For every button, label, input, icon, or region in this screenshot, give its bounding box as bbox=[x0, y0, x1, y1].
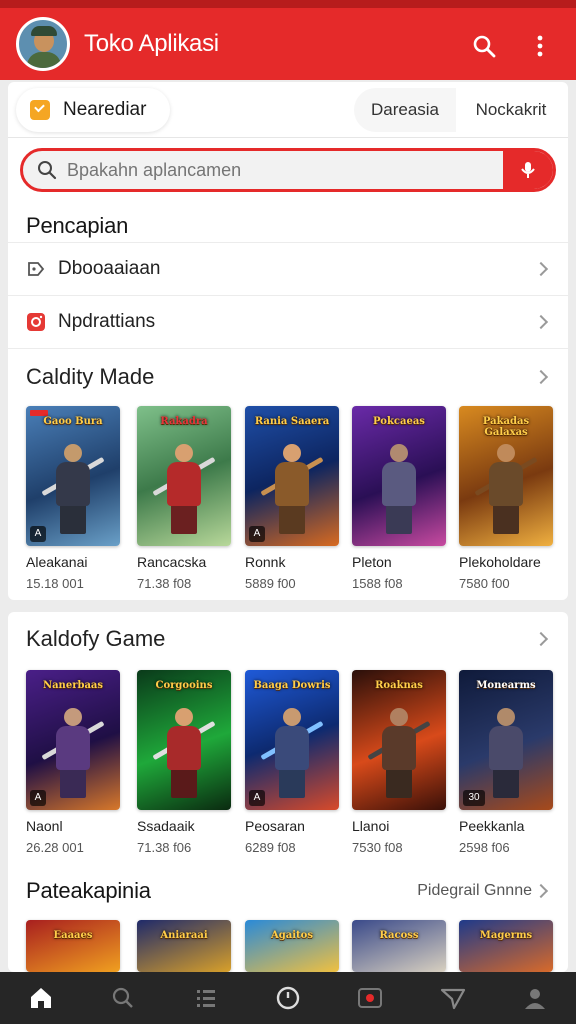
game-name: Naonl bbox=[26, 818, 63, 834]
section-title-pateakapinia: Pateakapinia bbox=[26, 878, 151, 903]
list-icon bbox=[196, 990, 215, 1007]
search-input[interactable] bbox=[67, 159, 507, 181]
game-cover: Rania Saaera A bbox=[245, 406, 339, 546]
game-card[interactable]: Pokcaeas Pleton 1588 f08 bbox=[352, 406, 446, 591]
voice-search-button[interactable] bbox=[503, 151, 553, 189]
game-meta: 71.38 f06 bbox=[137, 840, 192, 855]
check-badge-icon bbox=[30, 100, 50, 120]
app-title: Toko Aplikasi bbox=[84, 30, 219, 57]
home-icon bbox=[31, 988, 52, 1008]
nav-list[interactable] bbox=[165, 972, 247, 1024]
search-icon bbox=[113, 987, 134, 1008]
list-item-label: Npdrattians bbox=[58, 310, 156, 332]
game-cover: Nanerbaas A bbox=[26, 670, 120, 810]
game-cover: Roaknas bbox=[352, 670, 446, 810]
play-icon bbox=[358, 988, 383, 1008]
game-card[interactable]: Baaga Dowris A Peosaran 6289 f08 bbox=[245, 670, 339, 855]
game-name: Llanoi bbox=[352, 818, 390, 834]
bottom-navigation bbox=[0, 972, 576, 1024]
game-meta: 7530 f08 bbox=[352, 840, 403, 855]
game-cover: Gaoo Bura A bbox=[26, 406, 120, 546]
game-card[interactable]: Agaitos bbox=[245, 920, 339, 972]
game-cover: Corgooins bbox=[137, 670, 231, 810]
search-icon bbox=[38, 161, 57, 180]
search-bar bbox=[20, 148, 556, 192]
game-card[interactable]: Roaknas Llanoi 7530 f08 bbox=[352, 670, 446, 855]
avatar[interactable] bbox=[16, 17, 70, 71]
tab-label: Nearediar bbox=[63, 99, 147, 120]
list-item-dbooaaiaan[interactable]: Dbooaaiaan bbox=[8, 242, 568, 294]
game-name: Ronnk bbox=[245, 554, 286, 570]
game-meta: 15.18 001 bbox=[26, 576, 84, 591]
tag-icon bbox=[28, 261, 45, 276]
game-name: Ssadaaik bbox=[137, 818, 195, 834]
section-title-pencapian: Pencapian bbox=[26, 213, 129, 238]
clock-icon bbox=[276, 986, 300, 1010]
game-name: Rancacska bbox=[137, 554, 207, 570]
see-all-link[interactable]: Pidegrail Gnnne bbox=[417, 882, 532, 900]
tab-bar: Nearediar Dareasia Nockakrit bbox=[8, 84, 568, 138]
game-meta: 6289 f08 bbox=[245, 840, 296, 855]
game-cover: Baaga Dowris A bbox=[245, 670, 339, 810]
game-card[interactable]: Pakadas Galaxas Plekoholdare 7580 f00 bbox=[459, 406, 553, 591]
tab-dareasia[interactable]: Dareasia bbox=[354, 88, 456, 132]
game-cover: Pokcaeas bbox=[352, 406, 446, 546]
status-bar bbox=[0, 0, 576, 8]
game-cover: Rakadra bbox=[137, 406, 231, 546]
game-cover: Pakadas Galaxas bbox=[459, 406, 553, 546]
game-cover: Racoss bbox=[352, 920, 446, 972]
person-icon bbox=[524, 989, 545, 1009]
game-name: Peosaran bbox=[245, 818, 305, 834]
game-card[interactable]: Nanerbaas A Naonl 26.28 001 bbox=[26, 670, 120, 855]
game-name: Pleton bbox=[352, 554, 392, 570]
game-cover: Magerms bbox=[459, 920, 553, 972]
nav-history[interactable] bbox=[247, 972, 329, 1024]
game-name: Aleakanai bbox=[26, 554, 88, 570]
send-icon bbox=[440, 988, 465, 1010]
nav-home[interactable] bbox=[0, 972, 82, 1024]
section-title: Kaldofy Game bbox=[26, 626, 166, 651]
game-name: Peekkanla bbox=[459, 818, 525, 834]
chevron-right-icon bbox=[533, 261, 549, 276]
game-card[interactable]: Aniaraai bbox=[137, 920, 231, 972]
nav-search[interactable] bbox=[82, 972, 164, 1024]
game-cover: Eaaaes bbox=[26, 920, 120, 972]
app-bar: Toko Aplikasi bbox=[0, 8, 576, 80]
game-card[interactable]: Racoss bbox=[352, 920, 446, 972]
chevron-right-icon bbox=[533, 369, 549, 384]
voice-icon bbox=[521, 162, 535, 178]
game-card[interactable]: Rania Saaera A Ronnk 5889 f00 bbox=[245, 406, 339, 591]
game-meta: 26.28 001 bbox=[26, 840, 84, 855]
section-header-caldity-made[interactable]: Caldity Made bbox=[8, 348, 568, 404]
list-item-npdrattians[interactable]: Npdrattians bbox=[8, 295, 568, 347]
game-name: Plekoholdare bbox=[459, 554, 541, 570]
tab-nockakrit[interactable]: Nockakrit bbox=[458, 88, 564, 132]
section-header-kaldofy-game[interactable]: Kaldofy Game bbox=[8, 612, 568, 666]
tab-nearediar[interactable]: Nearediar bbox=[16, 88, 170, 132]
game-meta: 7580 f00 bbox=[459, 576, 510, 591]
game-meta: 1588 f08 bbox=[352, 576, 403, 591]
nav-profile[interactable] bbox=[494, 972, 576, 1024]
chevron-right-icon bbox=[533, 314, 549, 329]
search-icon[interactable] bbox=[470, 32, 498, 60]
game-meta: 71.38 f08 bbox=[137, 576, 192, 591]
nav-send[interactable] bbox=[411, 972, 493, 1024]
game-meta: 2598 f06 bbox=[459, 840, 510, 855]
game-card[interactable]: Magerms bbox=[459, 920, 553, 972]
game-card[interactable]: Gaoo Bura A Aleakanai 15.18 001 bbox=[26, 406, 120, 591]
section-title: Caldity Made bbox=[26, 363, 155, 389]
game-card[interactable]: Monearms 30 Peekkanla 2598 f06 bbox=[459, 670, 553, 855]
nav-play[interactable] bbox=[329, 972, 411, 1024]
more-vertical-icon[interactable] bbox=[526, 32, 554, 60]
game-card[interactable]: Rakadra Rancacska 71.38 f08 bbox=[137, 406, 231, 591]
game-card[interactable]: Eaaaes bbox=[26, 920, 120, 972]
game-card[interactable]: Corgooins Ssadaaik 71.38 f06 bbox=[137, 670, 231, 855]
game-cover: Agaitos bbox=[245, 920, 339, 972]
game-cover: Aniaraai bbox=[137, 920, 231, 972]
instagram-icon bbox=[27, 312, 45, 331]
game-meta: 5889 f00 bbox=[245, 576, 296, 591]
game-cover: Monearms 30 bbox=[459, 670, 553, 810]
list-item-label: Dbooaaiaan bbox=[58, 257, 161, 279]
chevron-right-icon bbox=[533, 631, 549, 647]
